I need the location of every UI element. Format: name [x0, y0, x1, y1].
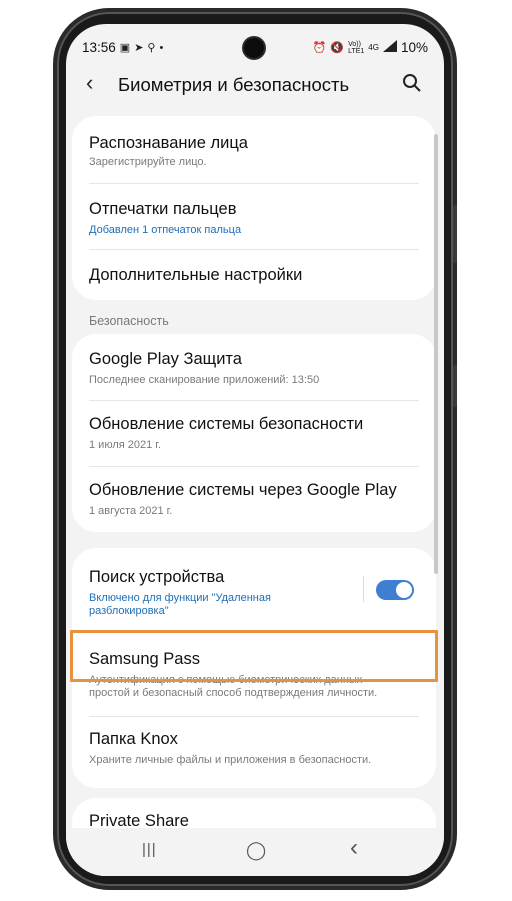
home-button[interactable]: ◯	[246, 840, 266, 861]
location-icon: ➤	[134, 42, 144, 54]
volte-icon: Vo)) LTE1	[348, 40, 365, 55]
alarm-icon: ⏰	[312, 42, 327, 54]
scrollbar[interactable]	[434, 134, 438, 574]
item-title: Отпечатки пальцев	[89, 200, 237, 218]
item-subtitle: Последнее сканирование приложений: 13:50	[89, 374, 320, 386]
page-title: Биометрия и безопасность	[118, 74, 350, 95]
google-play-system-update-item[interactable]: Обновление системы через Google Play 1 а…	[72, 467, 436, 532]
fingerprints-item[interactable]: Отпечатки пальцев Добавлен 1 отпечаток п…	[72, 184, 436, 250]
status-bar: 13:56 ▣ ➤ ⚲ • ⏰ 🔇 Vo)) LTE1 4G 10%	[66, 34, 444, 62]
battery-level: 10%	[400, 40, 428, 55]
toggle-knob	[396, 582, 412, 598]
recents-button[interactable]: |||	[142, 841, 157, 858]
item-title: Дополнительные настройки	[89, 266, 303, 284]
find-device-item[interactable]: Поиск устройства Включено для функции "У…	[72, 548, 436, 628]
section-label-security: Безопасность	[89, 314, 169, 328]
power-button	[453, 365, 457, 407]
search-icon: ⚲	[147, 42, 156, 54]
search-icon[interactable]	[402, 73, 422, 93]
item-title: Обновление системы безопасности	[89, 415, 364, 433]
face-recognition-item[interactable]: Распознавание лица Зарегистрируйте лицо.	[72, 116, 436, 182]
network-type: 4G	[368, 43, 379, 52]
item-subtitle-cont: простой и безопасный способ подтверждени…	[89, 687, 378, 699]
item-subtitle: Зарегистрируйте лицо.	[89, 156, 207, 168]
security-card: Google Play Защита Последнее сканировани…	[72, 334, 436, 532]
navigation-bar: ||| ◯ ‹	[66, 828, 444, 876]
volume-button	[453, 205, 457, 263]
status-time: 13:56	[82, 40, 116, 55]
additional-settings-item[interactable]: Дополнительные настройки	[72, 250, 436, 300]
find-device-toggle[interactable]	[376, 580, 414, 600]
item-title: Google Play Защита	[89, 350, 242, 368]
biometrics-card: Распознавание лица Зарегистрируйте лицо.…	[72, 116, 436, 300]
mute-icon: 🔇	[330, 42, 345, 54]
item-subtitle: Храните личные файлы и приложения в безо…	[89, 754, 372, 766]
toggle-separator	[363, 576, 364, 602]
item-subtitle-cont: разблокировка"	[89, 605, 169, 617]
item-subtitle: 1 июля 2021 г.	[89, 439, 162, 451]
screen: 13:56 ▣ ➤ ⚲ • ⏰ 🔇 Vo)) LTE1 4G 10% ‹ Био…	[66, 24, 444, 876]
back-arrow-icon[interactable]: ‹	[86, 70, 93, 96]
item-subtitle: Включено для функции "Удаленная	[89, 592, 271, 604]
knox-folder-item[interactable]: Папка Knox Храните личные файлы и прилож…	[72, 716, 436, 788]
security-update-item[interactable]: Обновление системы безопасности 1 июля 2…	[72, 401, 436, 467]
item-subtitle: 1 августа 2021 г.	[89, 505, 173, 517]
item-subtitle: Добавлен 1 отпечаток пальца	[89, 224, 242, 236]
item-title: Обновление системы через Google Play	[89, 481, 397, 499]
item-title: Поиск устройства	[89, 568, 225, 586]
item-title: Папка Knox	[89, 730, 178, 748]
dot-icon: •	[159, 41, 164, 54]
item-title: Распознавание лица	[89, 134, 248, 152]
signal-icon	[382, 40, 397, 55]
samsung-pass-highlight	[70, 630, 438, 682]
google-play-protect-item[interactable]: Google Play Защита Последнее сканировани…	[72, 334, 436, 400]
app-bar: ‹ Биометрия и безопасность	[66, 66, 444, 102]
back-button[interactable]: ‹	[350, 834, 358, 862]
image-icon: ▣	[119, 42, 131, 54]
